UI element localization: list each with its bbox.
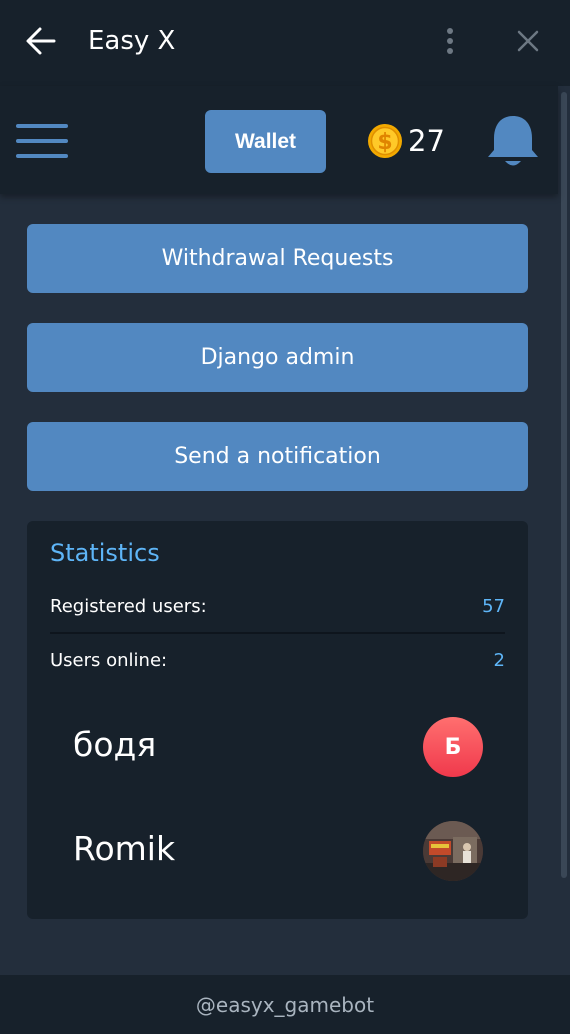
users-online-value: 2 [493,650,505,671]
app-header: Wallet $ 27 [0,86,558,194]
divider [50,632,505,634]
window-title: Easy X [88,26,176,56]
bell-icon[interactable] [486,112,540,170]
coin-balance: 27 [408,124,445,158]
django-admin-button[interactable]: Django admin [27,323,528,392]
close-icon[interactable] [517,30,539,52]
user-name: бодя [73,725,157,764]
avatar: Б [423,717,483,777]
send-notification-button[interactable]: Send a notification [27,422,528,491]
registered-users-value: 57 [482,596,505,617]
statistics-panel: Statistics Registered users: 57 Users on… [27,521,528,919]
avatar [423,821,483,881]
avatar-photo-image [423,821,483,881]
dollar-coin-icon: $ [368,124,402,158]
users-online-row: Users online: 2 [50,650,505,680]
online-user-item[interactable]: Romik [73,819,483,883]
scrollbar-thumb[interactable] [561,92,567,878]
bot-username-footer: @easyx_gamebot [0,975,570,1034]
title-bar: Easy X [0,0,570,86]
more-vertical-icon[interactable] [444,27,456,55]
arrow-left-icon[interactable] [24,26,58,56]
registered-users-label: Registered users: [50,596,207,617]
online-user-item[interactable]: бодя Б [73,715,483,779]
hamburger-menu-icon[interactable] [16,122,68,160]
wallet-button[interactable]: Wallet [205,110,326,173]
svg-text:$: $ [377,130,392,155]
statistics-title: Statistics [50,539,160,567]
users-online-label: Users online: [50,650,168,671]
registered-users-row: Registered users: 57 [50,596,505,626]
user-name: Romik [73,829,176,868]
withdrawal-requests-button[interactable]: Withdrawal Requests [27,224,528,293]
